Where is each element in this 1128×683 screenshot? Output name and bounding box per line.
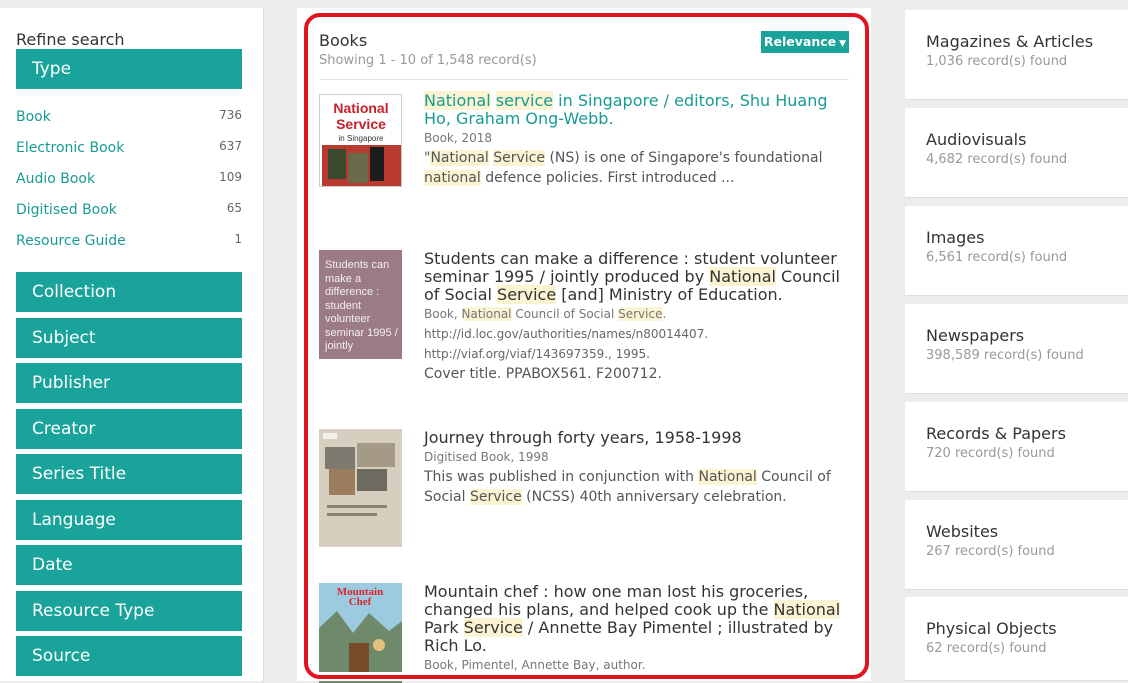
category-images[interactable]: Images 6,561 record(s) found	[905, 206, 1128, 296]
category-count: 1,036 record(s) found	[926, 54, 1068, 69]
result-meta: Book, 2018	[424, 131, 493, 145]
result-title-link[interactable]: Mountain chef : how one man lost his gro…	[424, 583, 850, 655]
cover-text: Chef	[349, 596, 372, 608]
category-newspapers[interactable]: Newspapers 398,589 record(s) found	[905, 304, 1128, 394]
type-item-audio-book[interactable]: Audio Book 109	[16, 169, 242, 189]
facet-date[interactable]: Date	[16, 545, 242, 585]
result-url: http://id.loc.gov/authorities/names/n800…	[424, 327, 709, 341]
cover-text: National	[333, 100, 388, 116]
category-title: Magazines & Articles	[926, 32, 1094, 51]
type-item-digitised-book[interactable]: Digitised Book 65	[16, 200, 242, 220]
category-count: 4,682 record(s) found	[926, 152, 1068, 167]
book-cover-thumbnail[interactable]	[319, 429, 402, 547]
type-count: 65	[226, 201, 242, 215]
category-count: 62 record(s) found	[926, 641, 1047, 656]
category-count: 267 record(s) found	[926, 544, 1055, 559]
result-title-link[interactable]: Journey through forty years, 1958-1998	[424, 429, 850, 447]
type-count: 1	[234, 232, 242, 246]
caret-down-icon: ▼	[839, 39, 847, 49]
type-item-electronic-book[interactable]: Electronic Book 637	[16, 138, 242, 158]
facet-language[interactable]: Language	[16, 500, 242, 540]
category-title: Audiovisuals	[926, 130, 1027, 149]
result-description: Cover title. PPABOX561. F200712.	[424, 366, 662, 382]
refine-panel: Refine search Type Book 736 Electronic B…	[0, 8, 264, 681]
facet-collection[interactable]: Collection	[16, 272, 242, 312]
category-title: Websites	[926, 522, 999, 541]
result-description: This was published in conjunction with N…	[424, 469, 831, 505]
category-title: Newspapers	[926, 326, 1025, 345]
refine-title: Refine search	[16, 30, 125, 49]
type-count: 736	[219, 108, 242, 122]
result-meta: Book, National Council of Social Service…	[424, 307, 667, 321]
type-count: 637	[219, 139, 242, 153]
facet-series-title[interactable]: Series Title	[16, 454, 242, 494]
facet-creator[interactable]: Creator	[16, 409, 242, 449]
result-url: http://viaf.org/viaf/143697359., 1995.	[424, 347, 651, 361]
result-meta: Digitised Book, 1998	[424, 450, 549, 464]
category-title: Physical Objects	[926, 619, 1057, 638]
facet-resource-type[interactable]: Resource Type	[16, 591, 242, 631]
category-records-papers[interactable]: Records & Papers 720 record(s) found	[905, 402, 1128, 492]
category-count: 6,561 record(s) found	[926, 250, 1068, 265]
cover-text: Service	[336, 116, 386, 132]
books-record-count: Showing 1 - 10 of 1,548 record(s)	[319, 53, 537, 68]
category-title: Images	[926, 228, 985, 247]
facet-subject[interactable]: Subject	[16, 318, 242, 358]
sort-relevance-button[interactable]: Relevance ▼	[761, 31, 849, 53]
type-item-book[interactable]: Book 736	[16, 107, 242, 127]
books-title: Books	[319, 31, 368, 50]
category-physical-objects[interactable]: Physical Objects 62 record(s) found	[905, 597, 1128, 681]
result-title-link[interactable]: Students can make a difference : student…	[424, 250, 850, 304]
cover-text: Students can make a difference : student…	[325, 259, 398, 352]
book-cover-thumbnail[interactable]: Students can make a difference : student…	[319, 250, 402, 359]
result-description: "National Service (NS) is one of Singapo…	[424, 150, 823, 186]
category-title: Records & Papers	[926, 424, 1066, 443]
result-title-link[interactable]: National service in Singapore / editors,…	[424, 91, 850, 128]
category-audiovisuals[interactable]: Audiovisuals 4,682 record(s) found	[905, 108, 1128, 198]
book-cover-thumbnail[interactable]: National Service in Singapore	[319, 94, 402, 187]
facet-publisher[interactable]: Publisher	[16, 363, 242, 403]
type-item-resource-guide[interactable]: Resource Guide 1	[16, 231, 242, 251]
divider	[319, 79, 849, 80]
category-websites[interactable]: Websites 267 record(s) found	[905, 500, 1128, 590]
category-count: 720 record(s) found	[926, 446, 1055, 461]
facet-type[interactable]: Type	[16, 49, 242, 89]
panel-clip	[297, 672, 871, 681]
type-count: 109	[219, 170, 242, 184]
cover-text: in Singapore	[339, 134, 384, 143]
category-magazines-articles[interactable]: Magazines & Articles 1,036 record(s) fou…	[905, 10, 1128, 100]
book-cover-thumbnail[interactable]: Mountain Chef	[319, 583, 402, 683]
facet-source[interactable]: Source	[16, 636, 242, 676]
category-count: 398,589 record(s) found	[926, 348, 1084, 363]
